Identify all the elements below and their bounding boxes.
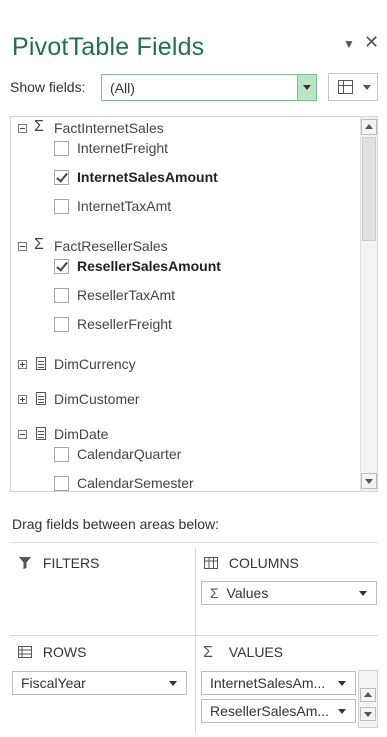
field-name: ResellerSalesAmount	[77, 258, 221, 274]
layout-tools-button[interactable]	[328, 73, 378, 101]
field-checkbox-checked[interactable]	[54, 259, 69, 274]
table-name: DimDate	[54, 426, 109, 442]
table-icon	[36, 357, 46, 370]
sigma-icon: Σ	[34, 118, 44, 135]
field-row-resellerfreight[interactable]: ResellerFreight	[11, 315, 351, 337]
sigma-icon: Σ	[203, 644, 213, 661]
field-name: ResellerTaxAmt	[77, 287, 176, 303]
field-list-scrollbar[interactable]	[360, 117, 377, 491]
field-checkbox[interactable]	[54, 447, 69, 462]
show-fields-label: Show fields:	[10, 79, 86, 95]
table-name: FactInternetSales	[54, 120, 164, 136]
sigma-icon: Σ	[34, 236, 44, 253]
field-name: InternetFreight	[77, 140, 169, 156]
scroll-thumb[interactable]	[362, 137, 376, 241]
filter-icon	[19, 557, 31, 569]
field-row-resellersalesamount[interactable]: ResellerSalesAmount	[11, 257, 351, 279]
areas-divider	[10, 542, 378, 543]
rows-icon	[18, 646, 32, 658]
field-name: InternetTaxAmt	[77, 198, 172, 214]
scroll-down-icon[interactable]	[360, 707, 376, 721]
field-checkbox[interactable]	[54, 476, 69, 491]
values-label: VALUES	[228, 644, 284, 660]
sigma-icon: Σ	[210, 585, 219, 601]
values-scrollbar[interactable]	[358, 670, 378, 728]
chevron-down-icon[interactable]	[297, 75, 316, 100]
field-row-internetfreight[interactable]: InternetFreight	[11, 139, 351, 161]
expand-icon[interactable]	[18, 395, 27, 404]
collapse-icon[interactable]	[18, 242, 27, 251]
filters-area[interactable]: FILTERS	[10, 548, 195, 634]
columns-header: COLUMNS	[203, 555, 299, 571]
pane-options-dropdown-icon[interactable]: ▼	[343, 37, 355, 51]
table-row-factinternetsales[interactable]: Σ FactInternetSales	[11, 118, 351, 141]
rows-label: ROWS	[42, 644, 87, 660]
columns-item-values[interactable]: Σ Values	[201, 581, 377, 605]
expand-icon[interactable]	[18, 360, 27, 369]
chevron-down-icon[interactable]	[169, 681, 177, 686]
field-row-internettaxamt[interactable]: InternetTaxAmt	[11, 197, 351, 219]
scroll-up-icon[interactable]	[361, 119, 377, 135]
field-checkbox[interactable]	[54, 317, 69, 332]
collapse-icon[interactable]	[18, 124, 27, 133]
pill-label: Values	[226, 585, 269, 601]
field-name: CalendarSemester	[77, 475, 194, 491]
pill-label: ResellerSalesAm...	[210, 703, 330, 719]
rows-header: ROWS	[17, 644, 86, 660]
table-row-dimcurrency[interactable]: DimCurrency	[11, 355, 351, 377]
field-checkbox[interactable]	[54, 141, 69, 156]
table-row-factresellersales[interactable]: Σ FactResellerSales	[11, 236, 351, 259]
field-checkbox-checked[interactable]	[54, 170, 69, 185]
table-name: DimCustomer	[54, 391, 140, 407]
values-item-internetsales[interactable]: InternetSalesAm...	[201, 671, 356, 695]
chevron-down-icon	[363, 85, 371, 90]
field-checkbox[interactable]	[54, 199, 69, 214]
columns-icon	[204, 557, 218, 569]
filters-label: FILTERS	[42, 555, 100, 571]
scroll-down-icon[interactable]	[361, 473, 377, 489]
values-header: Σ VALUES	[203, 644, 283, 662]
values-item-resellersales[interactable]: ResellerSalesAm...	[201, 699, 356, 723]
field-row-calendarsemester[interactable]: CalendarSemester	[11, 474, 351, 491]
table-icon	[36, 392, 46, 405]
layout-icon	[338, 80, 353, 94]
table-row-dimcustomer[interactable]: DimCustomer	[11, 390, 351, 412]
table-name: FactResellerSales	[54, 238, 168, 254]
table-row-dimdate[interactable]: DimDate	[11, 425, 351, 447]
pill-label: FiscalYear	[21, 675, 86, 691]
field-checkbox[interactable]	[54, 288, 69, 303]
field-row-calendarquarter[interactable]: CalendarQuarter	[11, 445, 351, 467]
rows-item-fiscalyear[interactable]: FiscalYear	[12, 671, 187, 695]
drag-instruction: Drag fields between areas below:	[12, 516, 220, 532]
field-row-resellertaxamt[interactable]: ResellerTaxAmt	[11, 286, 351, 308]
field-name: ResellerFreight	[77, 316, 172, 332]
filters-header: FILTERS	[17, 555, 99, 571]
areas-horizontal-divider	[10, 635, 378, 636]
columns-label: COLUMNS	[228, 555, 299, 571]
chevron-down-icon[interactable]	[359, 591, 367, 596]
table-name: DimCurrency	[54, 356, 136, 372]
field-name: InternetSalesAmount	[77, 169, 218, 185]
show-fields-dropdown[interactable]: (All)	[101, 74, 317, 101]
collapse-icon[interactable]	[18, 430, 27, 439]
pane-title: PivotTable Fields	[12, 33, 205, 61]
scroll-up-icon[interactable]	[360, 688, 376, 702]
show-fields-value: (All)	[110, 80, 135, 96]
table-icon	[36, 427, 46, 440]
pill-label: InternetSalesAm...	[210, 675, 326, 691]
close-icon[interactable]: ✕	[364, 32, 379, 53]
chevron-down-icon[interactable]	[338, 681, 346, 686]
field-list: Σ FactInternetSales InternetFreight Inte…	[10, 116, 378, 492]
field-row-internetsalesamount[interactable]: InternetSalesAmount	[11, 168, 351, 190]
chevron-down-icon[interactable]	[338, 709, 346, 714]
field-name: CalendarQuarter	[77, 446, 182, 462]
